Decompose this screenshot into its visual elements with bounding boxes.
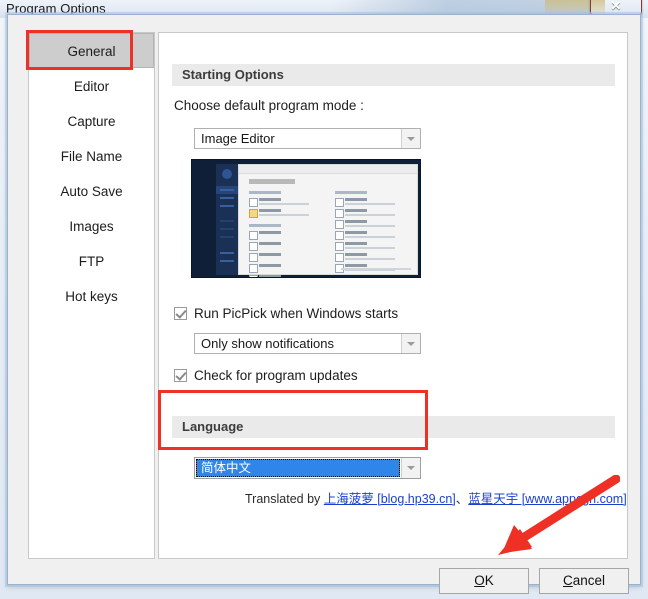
language-section-header: Language <box>172 416 615 438</box>
program-options-dialog: General Editor Capture File Name Auto Sa… <box>7 14 641 594</box>
startup-notification-value: Only show notifications <box>201 336 334 351</box>
check-updates-label: Check for program updates <box>194 367 358 383</box>
sidebar-item-editor[interactable]: Editor <box>29 68 154 103</box>
startup-notification-select[interactable]: Only show notifications <box>194 333 421 354</box>
run-at-startup-checkbox[interactable] <box>174 306 187 320</box>
language-selected-value: 简体中文 <box>196 459 400 477</box>
ok-button[interactable]: OK <box>439 568 529 594</box>
cancel-accelerator: C <box>562 573 573 588</box>
default-program-mode-label: Choose default program mode : <box>174 98 364 113</box>
check-updates-row[interactable]: Check for program updates <box>174 367 358 383</box>
sidebar-item-ftp[interactable]: FTP <box>29 243 154 278</box>
settings-category-list[interactable]: General Editor Capture File Name Auto Sa… <box>28 32 155 559</box>
translated-by-prefix: Translated by <box>245 492 324 506</box>
ok-label-rest: K <box>484 573 494 588</box>
chevron-down-icon[interactable] <box>401 129 420 148</box>
run-at-startup-label: Run PicPick when Windows starts <box>194 305 399 321</box>
translator-separator: 、 <box>455 492 469 506</box>
preview-app-window <box>238 164 418 277</box>
sidebar-item-images[interactable]: Images <box>29 208 154 243</box>
sidebar-item-auto-save[interactable]: Auto Save <box>29 173 154 208</box>
default-program-mode-select[interactable]: Image Editor <box>194 128 421 149</box>
translator-link-1[interactable]: 上海菠萝 [blog.hp39.cn] <box>324 492 456 506</box>
translator-link-2[interactable]: 蓝星天宇 [www.appcgn.com] <box>468 492 626 506</box>
sidebar-item-capture[interactable]: Capture <box>29 103 154 138</box>
sidebar-item-hot-keys[interactable]: Hot keys <box>29 278 154 313</box>
preview-nav-strip <box>216 164 238 275</box>
cancel-label-rest: ancel <box>572 573 606 588</box>
cancel-button[interactable]: Cancel <box>539 568 629 594</box>
program-mode-preview-image <box>191 159 421 278</box>
check-updates-checkbox[interactable] <box>174 368 187 382</box>
starting-options-header: Starting Options <box>172 64 615 86</box>
general-settings-panel: Starting Options Choose default program … <box>158 32 628 559</box>
sidebar-item-file-name[interactable]: File Name <box>29 138 154 173</box>
chevron-down-icon[interactable] <box>401 458 420 478</box>
default-program-mode-value: Image Editor <box>201 131 275 146</box>
ok-accelerator: O <box>474 573 485 588</box>
run-at-startup-row[interactable]: Run PicPick when Windows starts <box>174 305 398 321</box>
chevron-down-icon[interactable] <box>401 334 420 353</box>
translated-by-line: Translated by 上海菠萝 [blog.hp39.cn]、蓝星天宇 [… <box>245 488 627 507</box>
desktop-background: Program Options ✕ General Editor Capture… <box>0 0 648 599</box>
language-select[interactable]: 简体中文 <box>194 457 421 479</box>
sidebar-item-general[interactable]: General <box>29 33 154 68</box>
